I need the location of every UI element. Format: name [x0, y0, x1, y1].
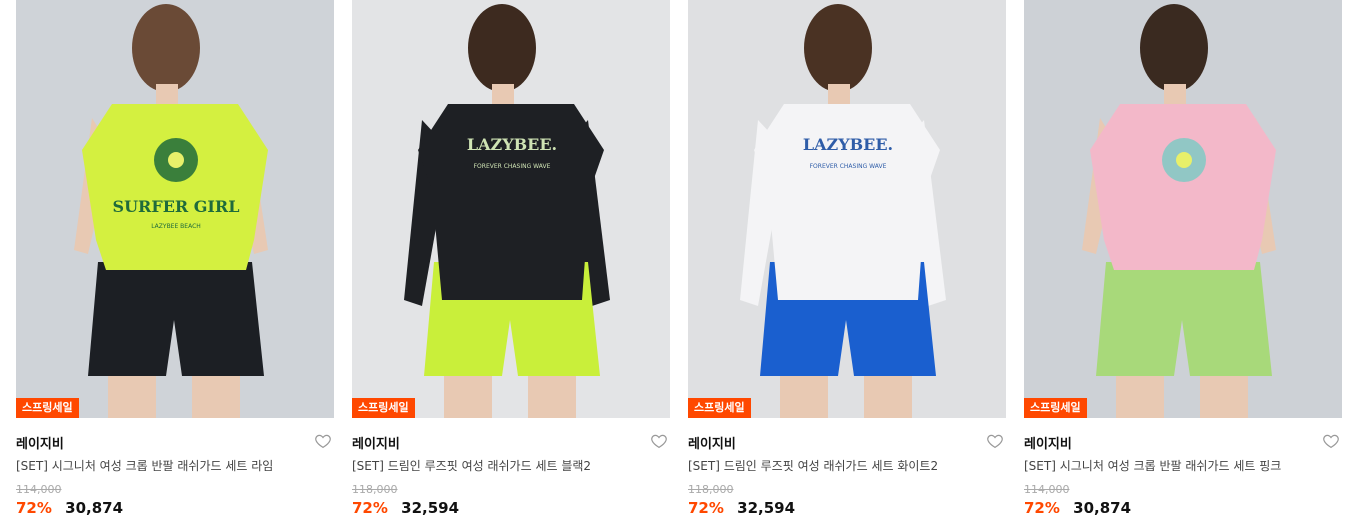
model-top [1090, 104, 1276, 270]
product-grid: SURFER GIRL LAZYBEE BEACH 스프링세일 레이지비 [SET… [0, 0, 1349, 531]
model-top [82, 104, 268, 270]
discount-rate: 72% [352, 499, 388, 517]
model-leg-right [528, 376, 576, 418]
model-top [418, 104, 604, 300]
model-hair [468, 4, 536, 92]
print-text: SURFER GIRL [113, 197, 240, 216]
product-image[interactable]: SURFER GIRL LAZYBEE BEACH 스프링세일 [16, 0, 334, 418]
product-name[interactable]: [SET] 시그니처 여성 크롭 반팔 래쉬가드 세트 라임 [16, 457, 316, 474]
model-leg-left [108, 376, 156, 418]
sale-price: 30,874 [1073, 499, 1132, 517]
original-price: 114,000 [16, 483, 62, 496]
original-price: 114,000 [1024, 483, 1070, 496]
product-card[interactable]: LAZYBEE. FOREVER CHASING WAVE 스프링세일 레이지비 … [352, 0, 670, 531]
product-name[interactable]: [SET] 드림인 루즈핏 여성 래쉬가드 세트 화이트2 [688, 457, 988, 474]
product-name[interactable]: [SET] 시그니처 여성 크롭 반팔 래쉬가드 세트 핑크 [1024, 457, 1324, 474]
heart-icon[interactable] [650, 432, 668, 450]
print-subtext: FOREVER CHASING WAVE [810, 163, 887, 170]
model-leg-left [1116, 376, 1164, 418]
brand-name[interactable]: 레이지비 [352, 433, 400, 452]
print-flower-center [1176, 152, 1192, 168]
sale-price: 32,594 [401, 499, 460, 517]
model-illustration: LAZYBEE. FOREVER CHASING WAVE [352, 0, 670, 418]
product-card[interactable]: SURFER GIRL LAZYBEE BEACH 스프링세일 레이지비 [SET… [16, 0, 334, 531]
model-top [754, 104, 940, 300]
product-card[interactable]: LAZYBEE. FOREVER CHASING WAVE 스프링세일 레이지비 … [688, 0, 1006, 531]
brand-name[interactable]: 레이지비 [1024, 433, 1072, 452]
heart-icon[interactable] [986, 432, 1004, 450]
model-illustration [1024, 0, 1342, 418]
model-leg-right [864, 376, 912, 418]
discount-rate: 72% [688, 499, 724, 517]
print-flower-center [168, 152, 184, 168]
model-illustration: SURFER GIRL LAZYBEE BEACH [16, 0, 334, 418]
model-leg-right [1200, 376, 1248, 418]
model-hair [1140, 4, 1208, 92]
brand-name[interactable]: 레이지비 [688, 433, 736, 452]
product-card[interactable]: 스프링세일 레이지비 [SET] 시그니처 여성 크롭 반팔 래쉬가드 세트 핑… [1024, 0, 1342, 531]
model-hair [804, 4, 872, 92]
model-leg-left [444, 376, 492, 418]
original-price: 118,000 [688, 483, 734, 496]
price-row: 72% 32,594 [352, 499, 459, 517]
print-text: LAZYBEE. [467, 135, 557, 154]
sale-badge: 스프링세일 [1024, 398, 1087, 418]
sale-badge: 스프링세일 [352, 398, 415, 418]
product-image[interactable]: LAZYBEE. FOREVER CHASING WAVE 스프링세일 [688, 0, 1006, 418]
brand-name[interactable]: 레이지비 [16, 433, 64, 452]
product-image[interactable]: 스프링세일 [1024, 0, 1342, 418]
heart-icon[interactable] [1322, 432, 1340, 450]
model-leg-left [780, 376, 828, 418]
product-image[interactable]: LAZYBEE. FOREVER CHASING WAVE 스프링세일 [352, 0, 670, 418]
sale-badge: 스프링세일 [16, 398, 79, 418]
model-leg-right [192, 376, 240, 418]
print-text: LAZYBEE. [803, 135, 893, 154]
product-name[interactable]: [SET] 드림인 루즈핏 여성 래쉬가드 세트 블랙2 [352, 457, 652, 474]
discount-rate: 72% [16, 499, 52, 517]
price-row: 72% 30,874 [16, 499, 123, 517]
discount-rate: 72% [1024, 499, 1060, 517]
price-row: 72% 32,594 [688, 499, 795, 517]
price-row: 72% 30,874 [1024, 499, 1131, 517]
print-subtext: LAZYBEE BEACH [151, 223, 201, 230]
original-price: 118,000 [352, 483, 398, 496]
model-illustration: LAZYBEE. FOREVER CHASING WAVE [688, 0, 1006, 418]
sale-price: 32,594 [737, 499, 796, 517]
heart-icon[interactable] [314, 432, 332, 450]
print-subtext: FOREVER CHASING WAVE [474, 163, 551, 170]
model-hair [132, 4, 200, 92]
sale-price: 30,874 [65, 499, 124, 517]
sale-badge: 스프링세일 [688, 398, 751, 418]
